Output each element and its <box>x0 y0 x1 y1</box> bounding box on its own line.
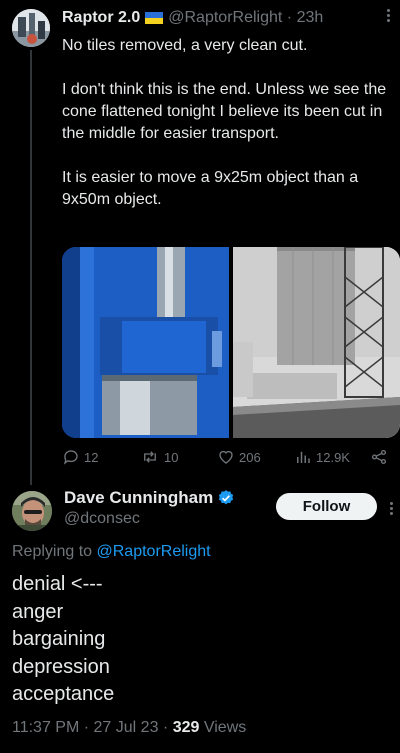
like-count: 206 <box>239 449 261 465</box>
author-avatar[interactable] <box>12 491 52 531</box>
tweet-text: denial <--- anger bargaining depression … <box>12 571 388 709</box>
reply-action[interactable]: 12 <box>62 448 98 466</box>
repost-action[interactable]: 10 <box>140 448 178 466</box>
tweet-time[interactable]: 11:37 PM <box>12 719 79 736</box>
follow-button[interactable]: Follow <box>276 493 377 520</box>
heart-icon <box>219 450 233 464</box>
views-count: 12.9K <box>316 449 350 465</box>
author-handle[interactable]: @RaptorRelight <box>168 9 282 27</box>
views-action[interactable]: 12.9K <box>294 448 350 466</box>
like-action[interactable]: 206 <box>217 448 261 466</box>
thread-connector-line <box>30 50 32 485</box>
separator-dot: · <box>286 9 293 26</box>
tweet-paragraph: It is easier to move a 9x25m object than… <box>62 169 359 208</box>
tweet-line: anger <box>12 600 64 623</box>
author-name-row: Dave Cunningham <box>64 488 235 508</box>
tweet-line: acceptance <box>12 683 115 705</box>
replying-to-label: Replying to <box>12 543 93 560</box>
tweet-line: denial <--- <box>12 573 103 595</box>
more-options-icon[interactable] <box>382 9 394 25</box>
author-avatar[interactable] <box>12 9 50 47</box>
media-image-right[interactable] <box>233 247 400 438</box>
share-icon <box>371 449 387 465</box>
more-options-icon[interactable] <box>387 502 395 518</box>
views-count: 329 <box>172 719 200 736</box>
share-action[interactable] <box>370 448 392 466</box>
tweet-text: No tiles removed, a very clean cut. I do… <box>62 35 396 211</box>
views-bar-chart-icon <box>297 451 310 463</box>
tweet-timestamp[interactable]: 23h <box>297 9 324 27</box>
repost-count: 10 <box>164 449 179 465</box>
ukraine-flag-icon <box>145 12 164 24</box>
media-image-left[interactable] <box>62 247 229 438</box>
reply-icon <box>63 450 78 465</box>
views-label: Views <box>203 719 247 736</box>
author-name[interactable]: Dave Cunningham <box>64 488 213 508</box>
tweet-paragraph: I don't think this is the end. Unless we… <box>62 81 387 142</box>
repost-icon <box>144 451 156 463</box>
tweet-line: bargaining <box>12 628 106 650</box>
verified-badge-icon <box>219 490 234 505</box>
tweet-line: depression <box>12 655 110 678</box>
reply-count: 12 <box>84 449 99 465</box>
author-handle[interactable]: @dconsec <box>64 510 140 528</box>
tweet-date[interactable]: 27 Jul 23 <box>94 719 159 736</box>
tweet-header: Raptor 2.0 @RaptorRelight · 23h <box>62 9 323 27</box>
replying-to-handle-link[interactable]: @RaptorRelight <box>97 543 211 560</box>
tweet-metadata: 11:37 PM · 27 Jul 23 · 329 Views <box>12 719 247 736</box>
replying-to-line: Replying to @RaptorRelight <box>12 543 211 561</box>
media-grid <box>62 247 400 438</box>
tweet-actions: 12 10 206 12.9K <box>62 448 400 470</box>
parent-tweet[interactable]: Raptor 2.0 @RaptorRelight · 23h No tiles… <box>0 0 400 485</box>
tweet-paragraph: No tiles removed, a very clean cut. <box>62 37 308 54</box>
author-name[interactable]: Raptor 2.0 <box>62 9 140 27</box>
